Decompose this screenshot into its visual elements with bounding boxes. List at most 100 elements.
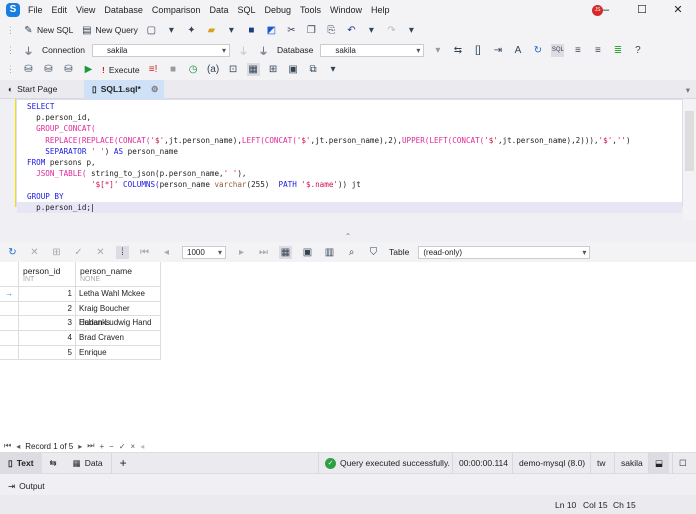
cell-person-name[interactable]: Letha Wahl Mckee (76, 287, 161, 302)
grid-icon[interactable]: ▦ (246, 63, 260, 76)
disconnect-icon[interactable]: ⏚ (257, 44, 270, 58)
first-record-icon[interactable]: ⏮ (4, 441, 11, 451)
panel-hide-icon[interactable]: ☐ (672, 452, 693, 474)
run-icon[interactable]: ▶ (82, 63, 95, 76)
prev-page-icon[interactable]: ◂ (160, 246, 173, 259)
history-icon[interactable]: ◷ (187, 63, 200, 76)
layout-icon[interactable]: ⊞ (267, 63, 280, 76)
plug-icon[interactable]: ⏚ (237, 44, 250, 58)
help-icon[interactable]: ? (631, 44, 644, 57)
menu-data[interactable]: Data (209, 5, 228, 15)
cell-person-id[interactable]: 2 (19, 301, 76, 317)
find-icon[interactable]: ⌕ (345, 246, 358, 259)
sql-icon[interactable]: SQL (551, 43, 565, 57)
apply-icon[interactable]: ✓ (72, 246, 85, 259)
sql-code[interactable]: SELECT p.person_id, GROUP_CONCAT( REPLAC… (17, 100, 682, 213)
scroll-left-icon[interactable]: ◂ (140, 442, 144, 451)
cell-person-name[interactable]: Kraig Boucher Eubanks (76, 301, 161, 327)
dropdown-icon[interactable]: ▾ (405, 24, 418, 37)
grid-view-icon[interactable]: ▦ (279, 245, 292, 259)
menu-tools[interactable]: Tools (300, 5, 321, 15)
menu-file[interactable]: File (28, 5, 43, 15)
brackets-icon[interactable]: [] (471, 44, 484, 57)
next-record-icon[interactable]: ▸ (78, 442, 82, 451)
table-select[interactable]: (read-only) (418, 245, 591, 259)
save-all-icon[interactable]: ◩ (265, 24, 278, 37)
cancel-icon[interactable]: ✕ (28, 246, 41, 259)
switch-icon[interactable]: ⇆ (42, 453, 65, 474)
tab-sql1[interactable]: ▯ SQL1.sql* ⚙ (84, 79, 164, 99)
new-document-icon[interactable]: ▢ (145, 24, 158, 37)
case-icon[interactable]: A (511, 44, 524, 57)
tab-close-icon[interactable]: ⚙ (151, 84, 159, 95)
output-button[interactable]: ⇥ Output (8, 478, 45, 494)
maximize-icon[interactable]: ☐ (624, 3, 660, 16)
new-file-icon[interactable]: ✦ (185, 24, 198, 37)
save-icon[interactable]: ■ (245, 24, 258, 37)
dropdown-icon[interactable]: ▾ (327, 63, 340, 76)
db-edit-icon[interactable]: ⛁ (22, 63, 35, 76)
cell-person-name[interactable]: Brad Craven (76, 331, 161, 346)
menu-window[interactable]: Window (330, 5, 362, 15)
results-icon[interactable]: ⊡ (227, 63, 240, 76)
editor-scrollbar[interactable] (683, 99, 696, 220)
column-header-person-id[interactable]: person_id INT (19, 262, 76, 287)
tabs-menu-icon[interactable]: ▾ (686, 85, 690, 96)
close-icon[interactable]: ✕ (660, 3, 696, 16)
menu-sql[interactable]: SQL (237, 5, 255, 15)
scroll-thumb[interactable] (685, 111, 694, 171)
paging-icon[interactable]: ⁞ (116, 245, 129, 259)
refresh-icon[interactable]: ↻ (531, 44, 544, 57)
new-query-button[interactable]: ▤ New Query (80, 24, 138, 37)
cell-person-id[interactable]: 1 (19, 287, 76, 302)
connect-icon[interactable]: ⏚ (22, 44, 35, 58)
post-record-icon[interactable]: ✓ (119, 442, 126, 451)
execute-button[interactable]: ! Execute (102, 65, 140, 75)
menu-database[interactable]: Database (104, 5, 143, 15)
last-page-icon[interactable]: ⏭ (257, 246, 270, 259)
menu-edit[interactable]: Edit (52, 5, 68, 15)
filter-icon[interactable]: ⛉ (367, 246, 380, 259)
execute-current-icon[interactable]: ≡! (147, 63, 160, 76)
export-icon[interactable]: ⧉ (307, 63, 320, 76)
minimize-icon[interactable]: – (588, 4, 624, 16)
tab-text[interactable]: ▯ Text (0, 452, 42, 474)
dropdown-icon[interactable]: ▾ (365, 24, 378, 37)
column-header-person-name[interactable]: person_name NONE (76, 262, 161, 287)
discard-icon[interactable]: ✕ (94, 246, 107, 259)
cell-person-name[interactable]: Enrique (76, 345, 161, 361)
card-view-icon[interactable]: ▣ (301, 246, 314, 259)
connection-select[interactable]: sakila (92, 43, 231, 57)
copy-icon[interactable]: ❐ (305, 24, 318, 37)
cancel-record-icon[interactable]: × (131, 442, 136, 451)
indent-icon[interactable]: ⇥ (491, 44, 504, 57)
dropdown-icon[interactable]: ▾ (431, 44, 444, 57)
menu-view[interactable]: View (76, 5, 95, 15)
format-icon[interactable]: ⇆ (451, 44, 464, 57)
menu-help[interactable]: Help (371, 5, 390, 15)
paste-icon[interactable]: ⎘ (325, 24, 338, 37)
add-record-icon[interactable]: + (99, 442, 104, 451)
insert-icon[interactable]: ⊞ (50, 246, 63, 259)
tab-data[interactable]: ▦ Data (65, 453, 111, 474)
database-select[interactable]: sakila (320, 43, 425, 57)
splitter[interactable]: ⌃ (0, 232, 696, 242)
delete-record-icon[interactable]: − (109, 442, 114, 451)
first-page-icon[interactable]: ⏮ (138, 246, 151, 259)
prev-record-icon[interactable]: ◂ (16, 442, 20, 451)
refresh-icon[interactable]: ↻ (6, 246, 19, 259)
menu-debug[interactable]: Debug (264, 5, 291, 15)
stop-icon[interactable]: ■ (167, 63, 180, 76)
dropdown-icon[interactable]: ▾ (225, 24, 238, 37)
redo-icon[interactable]: ↷ (385, 24, 398, 37)
cell-person-id[interactable]: 5 (19, 345, 76, 361)
cell-person-name[interactable]: Harlan Ludwig Hand (76, 316, 161, 332)
parameters-icon[interactable]: (a) (207, 63, 220, 76)
outline-icon[interactable]: ≣ (611, 44, 624, 57)
tab-start-page[interactable]: ◐ Start Page (0, 80, 84, 99)
page-size-select[interactable]: 1000 (182, 245, 226, 259)
db-icon[interactable]: ⛁ (42, 63, 55, 76)
undo-icon[interactable]: ↶ (345, 24, 358, 37)
cut-icon[interactable]: ✂ (285, 24, 298, 37)
columns-icon[interactable]: ▥ (323, 246, 336, 259)
